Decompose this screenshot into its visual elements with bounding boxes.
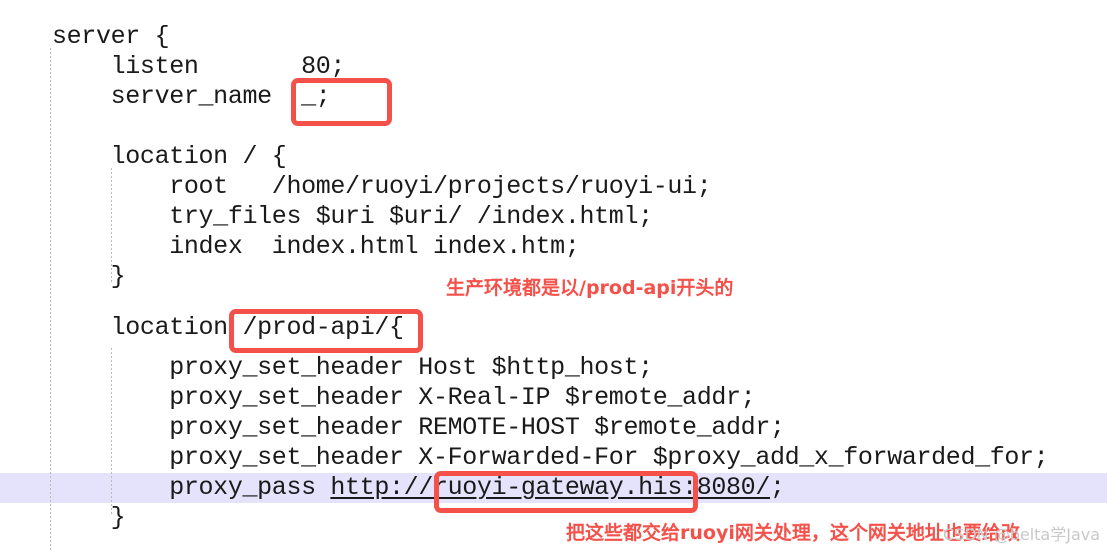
- proxy-pass-semicolon: ;: [769, 473, 785, 502]
- code-line-2[interactable]: listen 80;: [52, 52, 346, 82]
- code-line-12[interactable]: proxy_set_header Host $http_host;: [52, 353, 653, 383]
- code-line-11[interactable]: location /prod-api/{: [52, 313, 404, 343]
- code-line-8[interactable]: index index.html index.htm;: [52, 232, 580, 262]
- code-line-6[interactable]: root /home/ruoyi/projects/ruoyi-ui;: [52, 172, 712, 202]
- proxy-pass-url[interactable]: http://ruoyi-gateway.his:8080/: [330, 473, 770, 502]
- code-editor-screenshot: server { listen 80; server_name _; locat…: [0, 0, 1107, 552]
- code-line-13[interactable]: proxy_set_header X-Real-IP $remote_addr;: [52, 383, 755, 413]
- code-line-16[interactable]: proxy_pass http://ruoyi-gateway.his:8080…: [52, 473, 785, 503]
- code-line-7[interactable]: try_files $uri $uri/ /index.html;: [52, 202, 653, 232]
- code-line-1[interactable]: server {: [52, 22, 170, 52]
- code-line-5[interactable]: location / {: [52, 142, 287, 172]
- annotation-prod-api-note: 生产环境都是以/prod-api开头的: [446, 277, 734, 299]
- code-line-14[interactable]: proxy_set_header REMOTE-HOST $remote_add…: [52, 413, 785, 443]
- proxy-pass-directive: proxy_pass: [52, 473, 331, 502]
- csdn-watermark: CSDN @belta学Java: [943, 525, 1101, 544]
- code-line-3[interactable]: server_name _;: [52, 82, 331, 112]
- code-line-17[interactable]: }: [52, 503, 126, 533]
- code-line-15[interactable]: proxy_set_header X-Forwarded-For $proxy_…: [52, 443, 1049, 473]
- code-line-9[interactable]: }: [52, 262, 126, 292]
